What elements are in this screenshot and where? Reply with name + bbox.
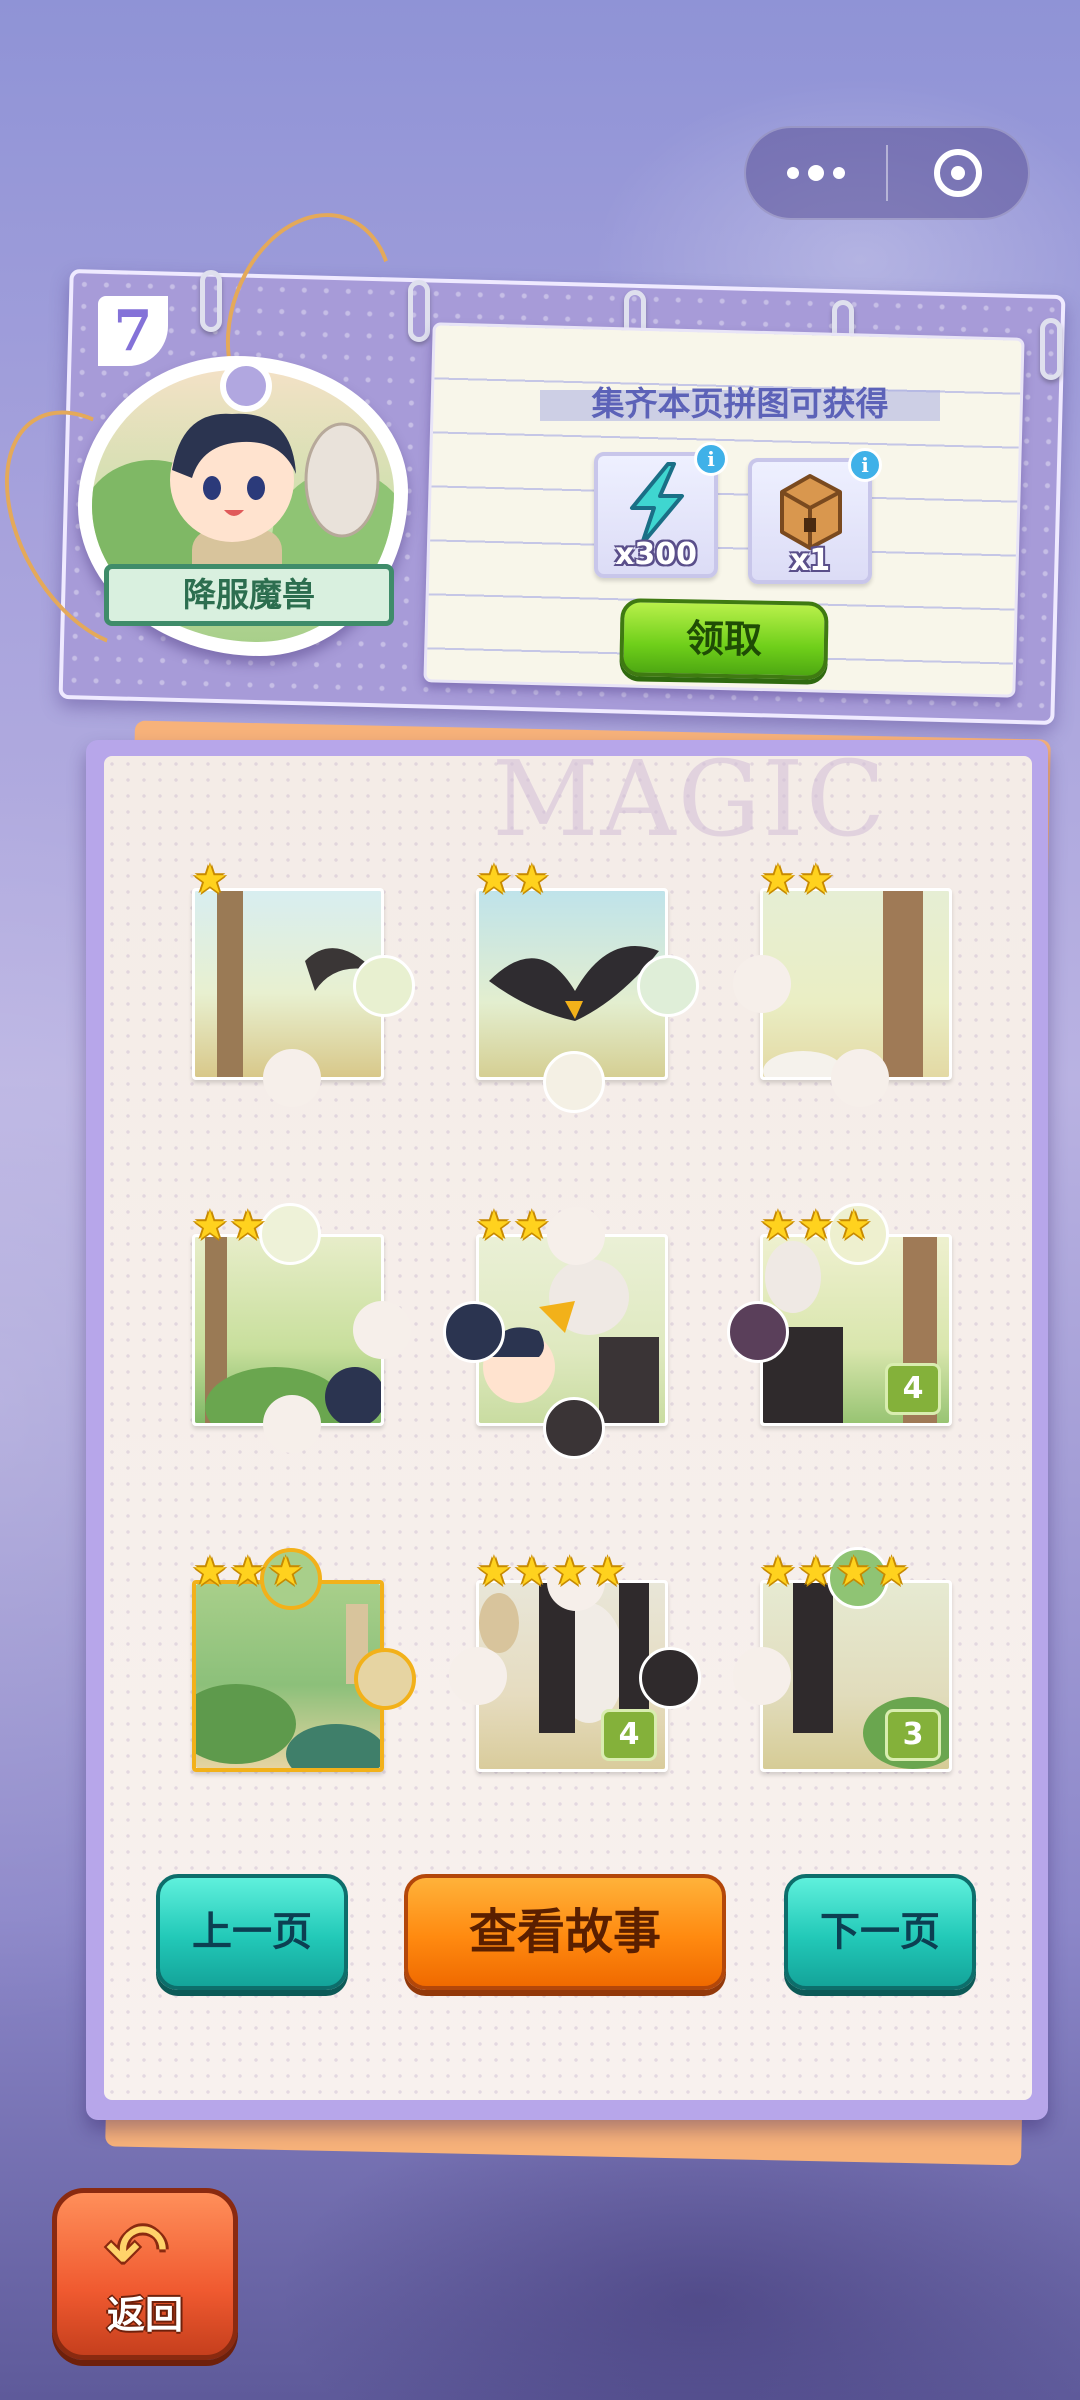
piece-notch (831, 1049, 889, 1107)
piece-tab (727, 1301, 789, 1363)
reward-quantity: x300 (615, 537, 697, 572)
piece-count-badge: 3 (885, 1709, 941, 1761)
back-label: 返回 (106, 2293, 183, 2337)
puzzle-piece[interactable] (192, 888, 415, 1107)
piece-notch (547, 1207, 605, 1265)
piece-count-badge: 4 (885, 1363, 941, 1415)
piece-tab (353, 955, 415, 1017)
view-story-button[interactable]: 查看故事 (404, 1874, 726, 1990)
puzzle-piece[interactable]: 4 (449, 1553, 701, 1772)
reward-title: 集齐本页拼图可获得 (540, 376, 940, 432)
badge-hole (220, 360, 272, 412)
piece-stars: ★ ★ (476, 857, 550, 903)
piece-stars: ★ ★ ★ (192, 1549, 304, 1595)
ring-binder-icon (1040, 318, 1062, 380)
piece-notch (353, 1301, 411, 1359)
piece-stars: ★ ★ (476, 1203, 550, 1249)
piece-notch (263, 1049, 321, 1107)
badge-title: 降服魔兽 (104, 564, 394, 626)
piece-stars: ★ (192, 857, 228, 903)
puzzle-piece[interactable]: 4 (727, 1203, 952, 1426)
piece-notch (733, 955, 791, 1013)
claim-button[interactable]: 领取 (619, 598, 829, 680)
piece-count-badge: 4 (601, 1709, 657, 1761)
piece-notch (263, 1395, 321, 1453)
piece-tab (543, 1397, 605, 1459)
piece-stars: ★ ★ ★ ★ (476, 1549, 626, 1595)
piece-tab (259, 1203, 321, 1265)
piece-tab (354, 1648, 416, 1710)
piece-stars: ★ ★ (760, 857, 834, 903)
prev-page-button[interactable]: 上一页 (156, 1874, 348, 1990)
piece-tab (543, 1051, 605, 1113)
piece-notch (733, 1647, 791, 1705)
reward-quantity: x1 (789, 543, 831, 578)
mini-program-capsule (744, 126, 1030, 220)
info-icon[interactable]: i (694, 442, 728, 476)
puzzle-piece[interactable]: 3 (733, 1547, 952, 1772)
piece-tab (637, 955, 699, 1017)
ring-binder-icon (200, 270, 222, 332)
reward-item-energy[interactable]: x300 i (594, 442, 728, 578)
return-arrow-icon: ↶ (105, 2206, 169, 2295)
piece-scene (196, 1604, 380, 1768)
piece-stars: ★ ★ ★ (760, 1203, 872, 1249)
next-page-button[interactable]: 下一页 (784, 1874, 976, 1990)
piece-stars: ★ ★ ★ ★ (760, 1549, 910, 1595)
piece-notch (449, 1647, 507, 1705)
puzzle-piece-selected[interactable] (192, 1548, 416, 1772)
puzzle-piece[interactable] (733, 888, 952, 1107)
puzzle-piece[interactable] (192, 1203, 411, 1453)
piece-tab (639, 1647, 701, 1709)
reward-item-chest[interactable]: x1 i (748, 448, 882, 584)
piece-stars: ★ ★ (192, 1203, 266, 1249)
board-watermark: MAGIC (492, 738, 888, 860)
more-dots-icon[interactable] (746, 128, 886, 218)
back-button[interactable]: ↶ 返回 (52, 2188, 238, 2360)
piece-tab (443, 1301, 505, 1363)
target-close-icon[interactable] (888, 128, 1028, 218)
puzzle-piece[interactable] (476, 888, 699, 1113)
piece-scene (483, 1259, 659, 1423)
info-icon[interactable]: i (848, 448, 882, 482)
puzzle-piece[interactable] (443, 1207, 668, 1459)
ring-binder-icon (408, 280, 430, 342)
